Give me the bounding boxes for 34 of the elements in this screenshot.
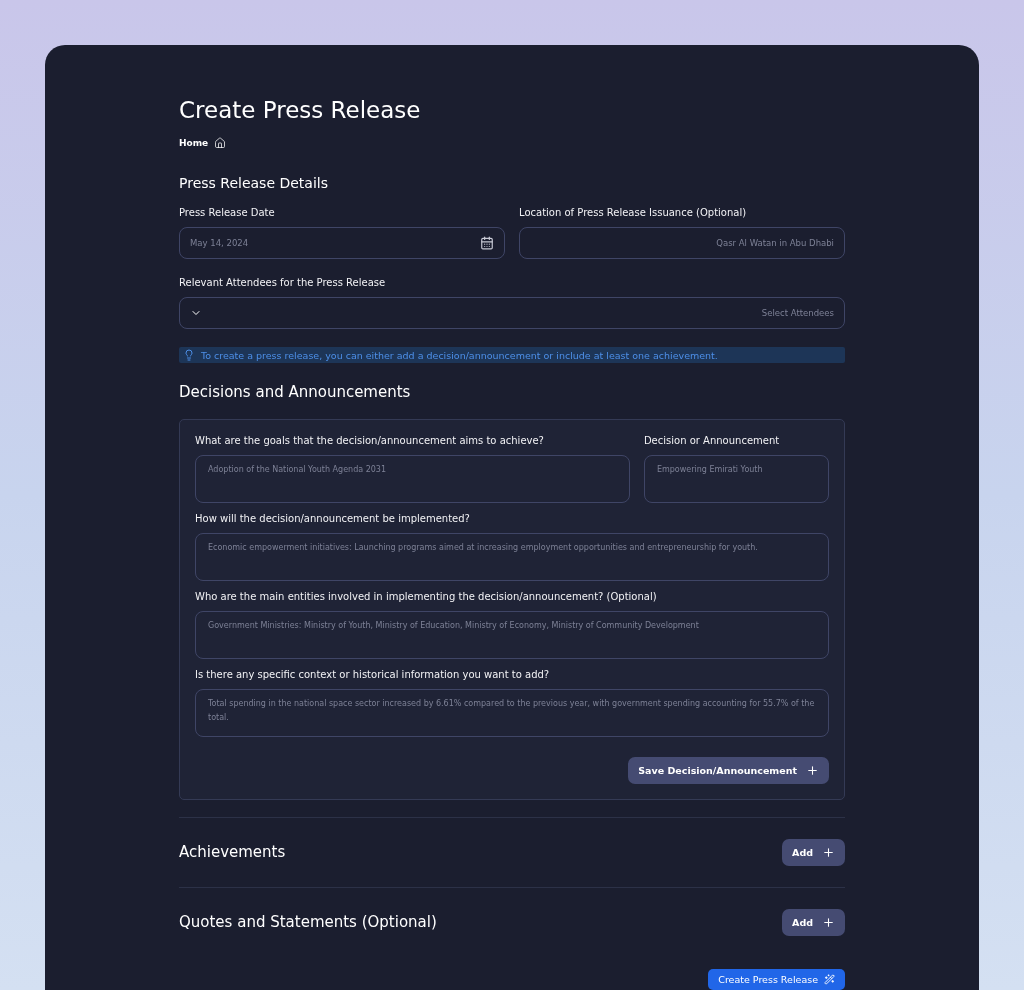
plus-icon bbox=[822, 915, 835, 929]
wand-icon bbox=[824, 973, 835, 985]
attendees-select[interactable]: Select Attendees bbox=[179, 297, 845, 329]
text-area[interactable]: Empowering Emirati Youth bbox=[643, 455, 829, 503]
field-label: Location of Press Release Issuance (Optional) bbox=[519, 207, 748, 218]
save-button[interactable]: Save Decision/Announcement bbox=[628, 757, 829, 784]
create-button[interactable]: Create Press Release bbox=[708, 968, 845, 990]
section-heading: Achievements bbox=[179, 843, 286, 861]
breadcrumb-link[interactable]: Home bbox=[179, 138, 209, 148]
text-area[interactable]: Adoption of the National Youth Agenda 2031 bbox=[195, 455, 630, 503]
section-heading: Decisions and Announcements bbox=[179, 383, 412, 401]
info-text: To create a press release, you can either add a decision/announcement or include at least one achievement. bbox=[201, 349, 718, 361]
add-button[interactable]: Add bbox=[782, 838, 845, 866]
field-label: What are the goals that the decision/announcement aims to achieve? bbox=[195, 435, 545, 446]
add-button[interactable]: Add bbox=[782, 908, 845, 936]
text-area[interactable]: Total spending in the national space sector increased by 6.61% compared to the previous year, with government spending accounting for 55.7% of the total. bbox=[195, 689, 829, 737]
home-icon[interactable] bbox=[214, 137, 227, 149]
field-label: Relevant Attendees for the Press Release bbox=[179, 277, 387, 288]
text-area[interactable]: Government Ministries: Ministry of Youth, Ministry of Education, Ministry of Economy, Ministry of Community Development bbox=[195, 611, 829, 659]
field-label: Decision or Announcement bbox=[643, 435, 781, 446]
date-field[interactable]: May 14, 2024 bbox=[179, 227, 505, 259]
calendar-icon[interactable] bbox=[480, 236, 494, 250]
section-heading: Quotes and Statements (Optional) bbox=[179, 913, 437, 931]
text-area[interactable]: Economic empowerment initiatives: Launching programs aimed at increasing employment opportunities and entrepreneurship for youth. bbox=[195, 533, 829, 581]
field-label: How will the decision/announcement be implemented? bbox=[195, 513, 471, 524]
section-heading: Press Release Details bbox=[179, 175, 329, 191]
text-field[interactable]: Qasr Al Watan in Abu Dhabi bbox=[519, 227, 845, 259]
plus-icon bbox=[822, 845, 835, 859]
field-label: Who are the main entities involved in implementing the decision/announcement? (Optional) bbox=[195, 591, 658, 602]
plus-icon bbox=[806, 764, 819, 777]
field-label: Is there any specific context or historical information you want to add? bbox=[195, 669, 551, 680]
page-title: Create Press Release bbox=[179, 97, 422, 123]
field-label: Press Release Date bbox=[179, 207, 276, 218]
lightbulb-icon bbox=[183, 349, 195, 361]
